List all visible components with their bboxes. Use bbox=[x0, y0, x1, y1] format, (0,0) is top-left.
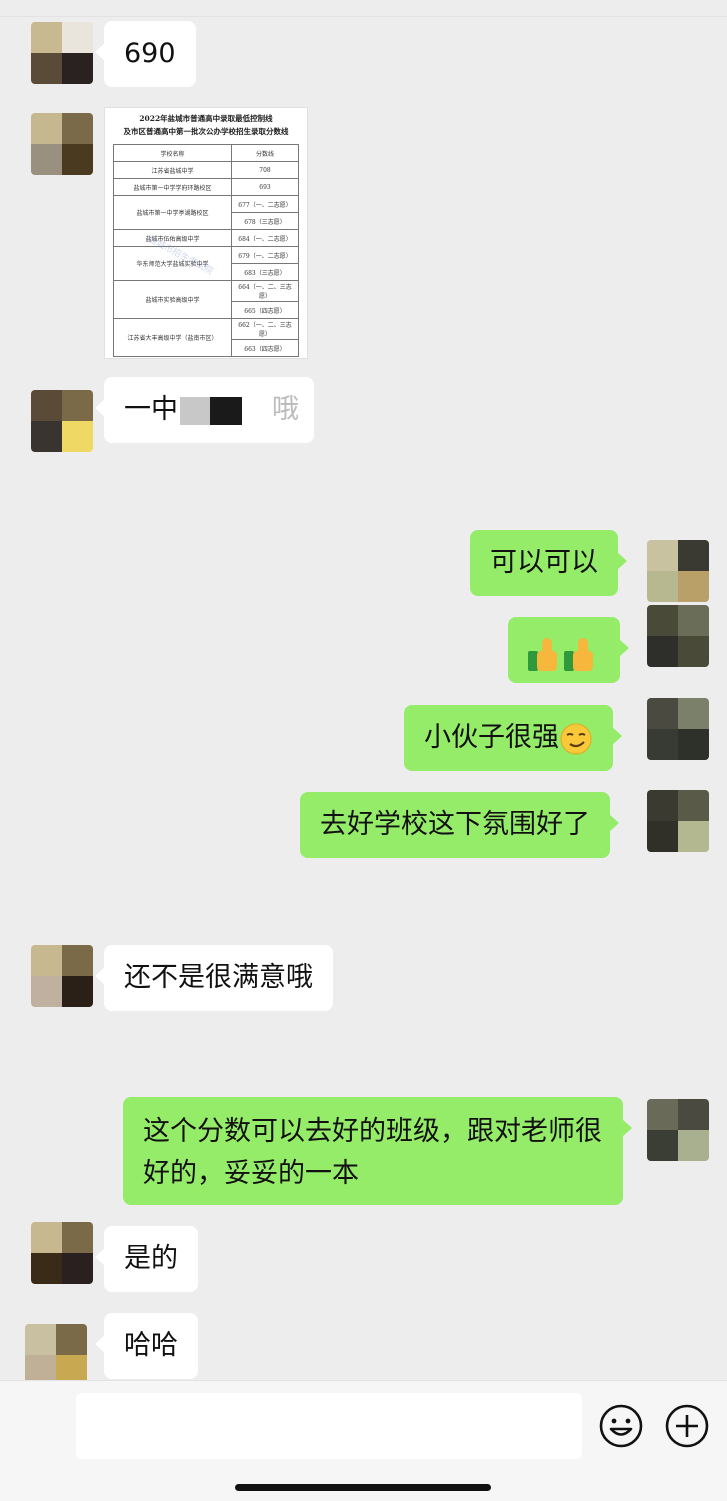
smirk-emoji-icon bbox=[560, 723, 592, 754]
plus-circle-icon[interactable] bbox=[664, 1403, 710, 1449]
avatar[interactable] bbox=[647, 1099, 709, 1161]
avatar[interactable] bbox=[647, 698, 709, 760]
table-header-row: 学校名称 分数线 bbox=[113, 144, 299, 162]
message-bubble[interactable] bbox=[508, 617, 629, 683]
redaction-block bbox=[180, 396, 210, 425]
top-divider bbox=[0, 16, 727, 17]
table-header-score: 分数线 bbox=[231, 144, 299, 162]
table-cell-score: 679（一、二志愿） bbox=[231, 246, 299, 264]
table-cell-score: 662（一、二、三志愿） bbox=[231, 318, 299, 340]
avatar[interactable] bbox=[647, 790, 709, 852]
table-cell-score: 683（三志愿） bbox=[231, 263, 299, 281]
avatar[interactable] bbox=[25, 1324, 87, 1386]
message-text: 哈哈 bbox=[124, 1330, 178, 1361]
avatar[interactable] bbox=[31, 113, 93, 175]
message-text: 这个分数可以去好的班级，跟对老师很好的，妥妥的一本 bbox=[143, 1116, 602, 1189]
message-bubble[interactable]: 这个分数可以去好的班级，跟对老师很好的，妥妥的一本 bbox=[123, 1097, 632, 1205]
table-row: 盐城市第一中学学府环路校区 693 bbox=[113, 178, 299, 196]
message-bubble[interactable]: 小伙子很强 bbox=[404, 705, 622, 771]
table-cell-score: 665（四志愿） bbox=[231, 301, 299, 319]
avatar[interactable] bbox=[647, 605, 709, 667]
table-cell-school: 盐城市实验高级中学 bbox=[113, 280, 232, 319]
table-cell-school: 盐城市伍佑高级中学 bbox=[113, 229, 232, 247]
avatar[interactable] bbox=[31, 945, 93, 1007]
message-bubble[interactable]: 去好学校这下氛围好了 bbox=[300, 792, 619, 858]
message-bubble[interactable]: 可以可以 bbox=[470, 530, 627, 596]
avatar[interactable] bbox=[31, 22, 93, 84]
message-bubble[interactable]: 690 bbox=[95, 21, 196, 87]
table-header-school: 学校名称 bbox=[113, 144, 232, 162]
message-text: 690 bbox=[124, 38, 176, 69]
table-cell-score: 693 bbox=[231, 178, 299, 196]
avatar[interactable] bbox=[647, 540, 709, 602]
image-subtitle: 及市区普通高中第一批次公办学校招生录取分数线 bbox=[123, 127, 289, 136]
message-bubble[interactable]: 是的 bbox=[95, 1226, 198, 1292]
table-cell-score: 678（三志愿） bbox=[231, 212, 299, 230]
table-row: 盐城市伍佑高级中学 684（一、二志愿） bbox=[113, 229, 299, 247]
table-cell-score: 664（一、二、三志愿） bbox=[231, 280, 299, 302]
table-cell-school: 盐城市第一中学学府环路校区 bbox=[113, 178, 232, 196]
table-row: 江苏省大丰高级中学（盐南市区） 662（一、二、三志愿） bbox=[113, 318, 299, 357]
redaction-block bbox=[210, 396, 242, 425]
message-text: 可以可以 bbox=[490, 547, 598, 578]
table-cell-score: 684（一、二志愿） bbox=[231, 229, 299, 247]
smiley-face-icon[interactable] bbox=[598, 1403, 644, 1449]
table-cell-score: 708 bbox=[231, 161, 299, 179]
table-cell-school: 江苏省大丰高级中学（盐南市区） bbox=[113, 318, 232, 357]
thumbs-up-icon bbox=[564, 637, 598, 671]
message-bubble[interactable]: 还不是很满意哦 bbox=[95, 945, 333, 1011]
image-message[interactable]: 2022年盐城市普通高中录取最低控制线 及市区普通高中第一批次公办学校招生录取分… bbox=[104, 107, 308, 359]
table-cell-school: 盐城市第一中学亭湖路校区 bbox=[113, 195, 232, 230]
avatar[interactable] bbox=[31, 390, 93, 452]
message-text: 还不是很满意哦 bbox=[124, 962, 313, 993]
message-text: 去好学校这下氛围好了 bbox=[320, 809, 590, 840]
table-row: 盐城市第一中学亭湖路校区 677（一、二志愿） bbox=[113, 195, 299, 230]
table-cell-school: 华东师范大学盐城实验中学 bbox=[113, 246, 232, 281]
message-input[interactable] bbox=[76, 1393, 582, 1459]
table-cell-school: 江苏省盐城中学 bbox=[113, 161, 232, 179]
table-row: 江苏省盐城中学 708 bbox=[113, 161, 299, 179]
message-text: 哦 bbox=[272, 394, 299, 425]
message-text: 是的 bbox=[124, 1243, 178, 1274]
message-text: 小伙子很强 bbox=[424, 722, 559, 753]
table-row: 盐城市实验高级中学 664（一、二、三志愿） bbox=[113, 280, 299, 319]
avatar[interactable] bbox=[31, 1222, 93, 1284]
table-cell-score: 677（一、二志愿） bbox=[231, 195, 299, 213]
home-indicator bbox=[235, 1484, 491, 1491]
table-row: 华东师范大学盐城实验中学 679（一、二志愿） bbox=[113, 246, 299, 281]
table-cell-score: 663（四志愿） bbox=[231, 339, 299, 357]
message-bubble[interactable]: 哈哈 bbox=[95, 1313, 198, 1379]
image-title: 2022年盐城市普通高中录取最低控制线 bbox=[139, 114, 273, 123]
score-table: 学校名称 分数线 江苏省盐城中学 708 盐城市第一中学学府环路校区 693 盐… bbox=[113, 144, 299, 357]
thumbs-up-icon bbox=[528, 637, 562, 671]
message-text: 一中 bbox=[124, 394, 178, 425]
message-bubble[interactable]: 一中 哦 bbox=[95, 377, 314, 443]
